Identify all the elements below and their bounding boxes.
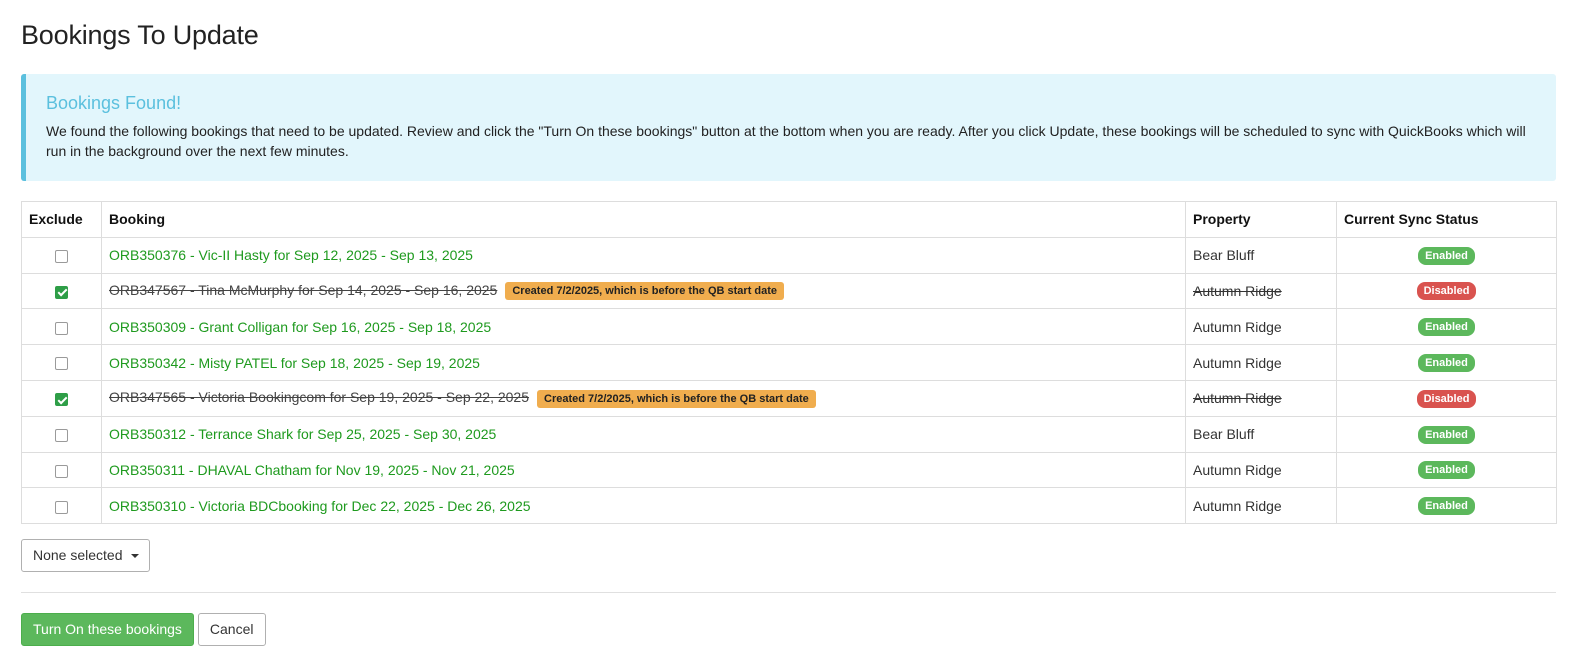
exclude-checkbox[interactable]: [55, 500, 68, 514]
page: Bookings To Update Bookings Found! We fo…: [0, 0, 1574, 647]
booking-cell: ORB350376 - Vic-II Hasty for Sep 12, 202…: [101, 236, 1186, 274]
property-cell: Autumn Ridge: [1185, 344, 1337, 381]
property-cell: Bear Bluff: [1185, 415, 1337, 453]
exclude-checkbox[interactable]: [55, 464, 68, 478]
status-badge: Enabled: [1418, 354, 1475, 373]
exclude-multiselect-dropdown[interactable]: None selected: [21, 539, 150, 573]
page-title: Bookings To Update: [21, 20, 259, 50]
property-name: Bear Bluff: [1193, 247, 1255, 264]
table-header-row: Exclude Booking Property Current Sync St…: [21, 201, 1557, 238]
property-name: Bear Bluff: [1193, 426, 1255, 443]
status-cell: Enabled: [1336, 451, 1557, 489]
header-property: Property: [1185, 201, 1337, 238]
header-sync-status: Current Sync Status: [1336, 201, 1557, 238]
exclude-cell: [21, 415, 102, 453]
status-cell: Enabled: [1336, 415, 1557, 453]
divider: [21, 592, 1556, 594]
property-cell: Bear Bluff: [1185, 236, 1337, 274]
booking-link[interactable]: ORB350312 - Terrance Shark for Sep 25, 2…: [109, 426, 496, 442]
action-buttons: Turn On these bookings Cancel: [21, 613, 1556, 647]
booking-link[interactable]: ORB350310 - Victoria BDCbooking for Dec …: [109, 498, 531, 514]
multiselect-label: None selected: [33, 547, 123, 564]
status-cell: Enabled: [1336, 487, 1557, 525]
booking-link[interactable]: ORB350376 - Vic-II Hasty for Sep 12, 202…: [109, 247, 473, 263]
status-cell: Enabled: [1336, 308, 1557, 346]
exclude-checkbox[interactable]: [55, 249, 68, 263]
cancel-button[interactable]: Cancel: [197, 613, 266, 647]
booking-link[interactable]: ORB347565 - Victoria Bookingcom for Sep …: [109, 389, 529, 405]
exclude-cell: [21, 236, 102, 274]
booking-cell: ORB350310 - Victoria BDCbooking for Dec …: [101, 487, 1186, 525]
booking-cell: ORB347567 - Tina McMurphy for Sep 14, 20…: [101, 272, 1186, 310]
table-row: ORB350342 - Misty PATEL for Sep 18, 2025…: [21, 344, 1557, 381]
table-body: ORB350376 - Vic-II Hasty for Sep 12, 202…: [21, 236, 1557, 525]
booking-cell: ORB350309 - Grant Colligan for Sep 16, 2…: [101, 308, 1186, 346]
property-name: Autumn Ridge: [1193, 282, 1282, 299]
header-exclude: Exclude: [21, 201, 102, 238]
table-row: ORB350312 - Terrance Shark for Sep 25, 2…: [21, 415, 1557, 453]
exclude-checkbox[interactable]: [55, 393, 68, 407]
exclude-cell: [21, 272, 102, 310]
exclude-checkbox[interactable]: [55, 428, 68, 442]
table-row: ORB347567 - Tina McMurphy for Sep 14, 20…: [21, 272, 1557, 310]
property-cell: Autumn Ridge: [1185, 451, 1337, 489]
property-name: Autumn Ridge: [1193, 461, 1282, 478]
warning-badge: Created 7/2/2025, which is before the QB…: [505, 282, 785, 301]
status-cell: Disabled: [1336, 272, 1557, 310]
booking-cell: ORB350342 - Misty PATEL for Sep 18, 2025…: [101, 344, 1186, 381]
booking-cell: ORB350312 - Terrance Shark for Sep 25, 2…: [101, 415, 1186, 453]
status-cell: Disabled: [1336, 379, 1557, 417]
turn-on-bookings-button[interactable]: Turn On these bookings: [21, 613, 194, 647]
exclude-cell: [21, 451, 102, 489]
exclude-cell: [21, 308, 102, 346]
table-row: ORB350376 - Vic-II Hasty for Sep 12, 202…: [21, 236, 1557, 274]
booking-link[interactable]: ORB350309 - Grant Colligan for Sep 16, 2…: [109, 319, 491, 335]
exclude-checkbox[interactable]: [55, 357, 68, 371]
exclude-checkbox[interactable]: [55, 321, 68, 335]
caret-down-icon: [130, 554, 139, 559]
property-name: Autumn Ridge: [1193, 318, 1282, 335]
table-row: ORB347565 - Victoria Bookingcom for Sep …: [21, 379, 1557, 417]
header-booking: Booking: [101, 201, 1186, 238]
info-alert: Bookings Found! We found the following b…: [21, 74, 1556, 181]
property-name: Autumn Ridge: [1193, 354, 1282, 371]
status-badge: Enabled: [1418, 497, 1475, 516]
booking-link[interactable]: ORB350311 - DHAVAL Chatham for Nov 19, 2…: [109, 462, 515, 478]
table-row: ORB350309 - Grant Colligan for Sep 16, 2…: [21, 308, 1557, 346]
table-row: ORB350310 - Victoria BDCbooking for Dec …: [21, 487, 1557, 525]
table-row: ORB350311 - DHAVAL Chatham for Nov 19, 2…: [21, 451, 1557, 489]
exclude-checkbox[interactable]: [55, 285, 68, 299]
property-cell: Autumn Ridge: [1185, 487, 1337, 525]
property-cell: Autumn Ridge: [1185, 379, 1337, 417]
status-badge: Enabled: [1418, 461, 1475, 480]
alert-title: Bookings Found!: [46, 93, 182, 113]
property-name: Autumn Ridge: [1193, 497, 1282, 514]
exclude-cell: [21, 379, 102, 417]
status-cell: Enabled: [1336, 236, 1557, 274]
status-badge: Disabled: [1416, 282, 1477, 301]
exclude-cell: [21, 487, 102, 525]
bookings-table: Exclude Booking Property Current Sync St…: [21, 201, 1557, 525]
property-name: Autumn Ridge: [1193, 390, 1282, 407]
booking-link[interactable]: ORB350342 - Misty PATEL for Sep 18, 2025…: [109, 355, 480, 371]
booking-cell: ORB350311 - DHAVAL Chatham for Nov 19, 2…: [101, 451, 1186, 489]
property-cell: Autumn Ridge: [1185, 308, 1337, 346]
booking-cell: ORB347565 - Victoria Bookingcom for Sep …: [101, 379, 1186, 417]
status-cell: Enabled: [1336, 344, 1557, 381]
status-badge: Enabled: [1418, 318, 1475, 337]
alert-text: We found the following bookings that nee…: [46, 123, 1526, 159]
status-badge: Enabled: [1418, 425, 1475, 444]
property-cell: Autumn Ridge: [1185, 272, 1337, 310]
booking-link[interactable]: ORB347567 - Tina McMurphy for Sep 14, 20…: [109, 282, 497, 298]
status-badge: Enabled: [1418, 246, 1475, 265]
warning-badge: Created 7/2/2025, which is before the QB…: [537, 389, 816, 408]
exclude-cell: [21, 344, 102, 381]
status-badge: Disabled: [1416, 389, 1477, 408]
